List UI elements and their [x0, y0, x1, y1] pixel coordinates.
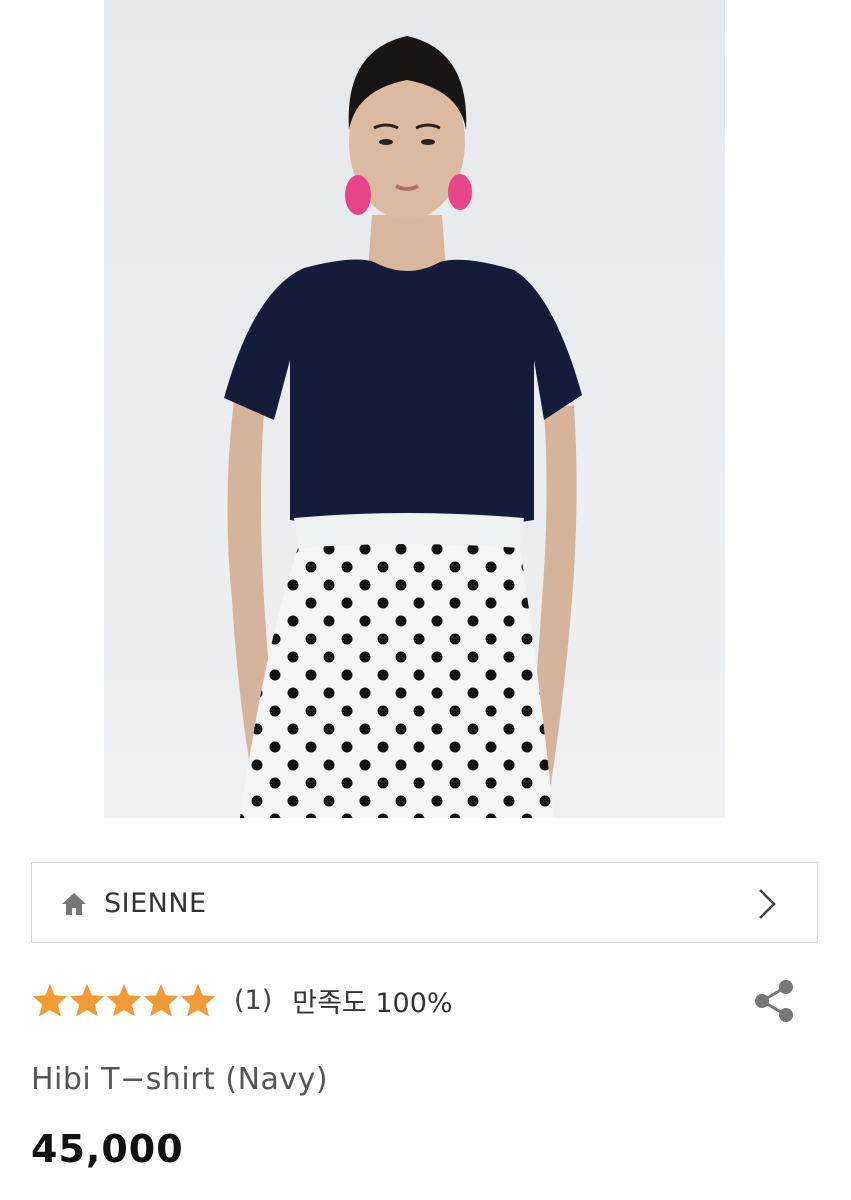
star-icon [143, 983, 179, 1017]
chevron-right-icon [759, 889, 776, 919]
share-icon[interactable] [752, 978, 796, 1024]
brand-name: SIENNE [104, 888, 207, 919]
brand-link[interactable]: SIENNE [31, 862, 818, 943]
star-icon [32, 983, 68, 1017]
product-price: 45,000 [31, 1127, 184, 1171]
star-rating [31, 982, 216, 1018]
product-photo[interactable] [104, 0, 725, 818]
rating-row[interactable]: (1) 만족도 100% [31, 978, 453, 1022]
star-icon [106, 983, 142, 1017]
review-count[interactable]: (1) [234, 985, 272, 1016]
star-icon [69, 983, 105, 1017]
home-icon [62, 893, 86, 915]
product-detail-page: SIENNE (1) 만족도 100% Hibi T−shirt (Navy) … [0, 0, 851, 1200]
star-icon [180, 983, 216, 1017]
product-name: Hibi T−shirt (Navy) [31, 1062, 329, 1097]
satisfaction-rate: 만족도 100% [292, 987, 453, 1019]
